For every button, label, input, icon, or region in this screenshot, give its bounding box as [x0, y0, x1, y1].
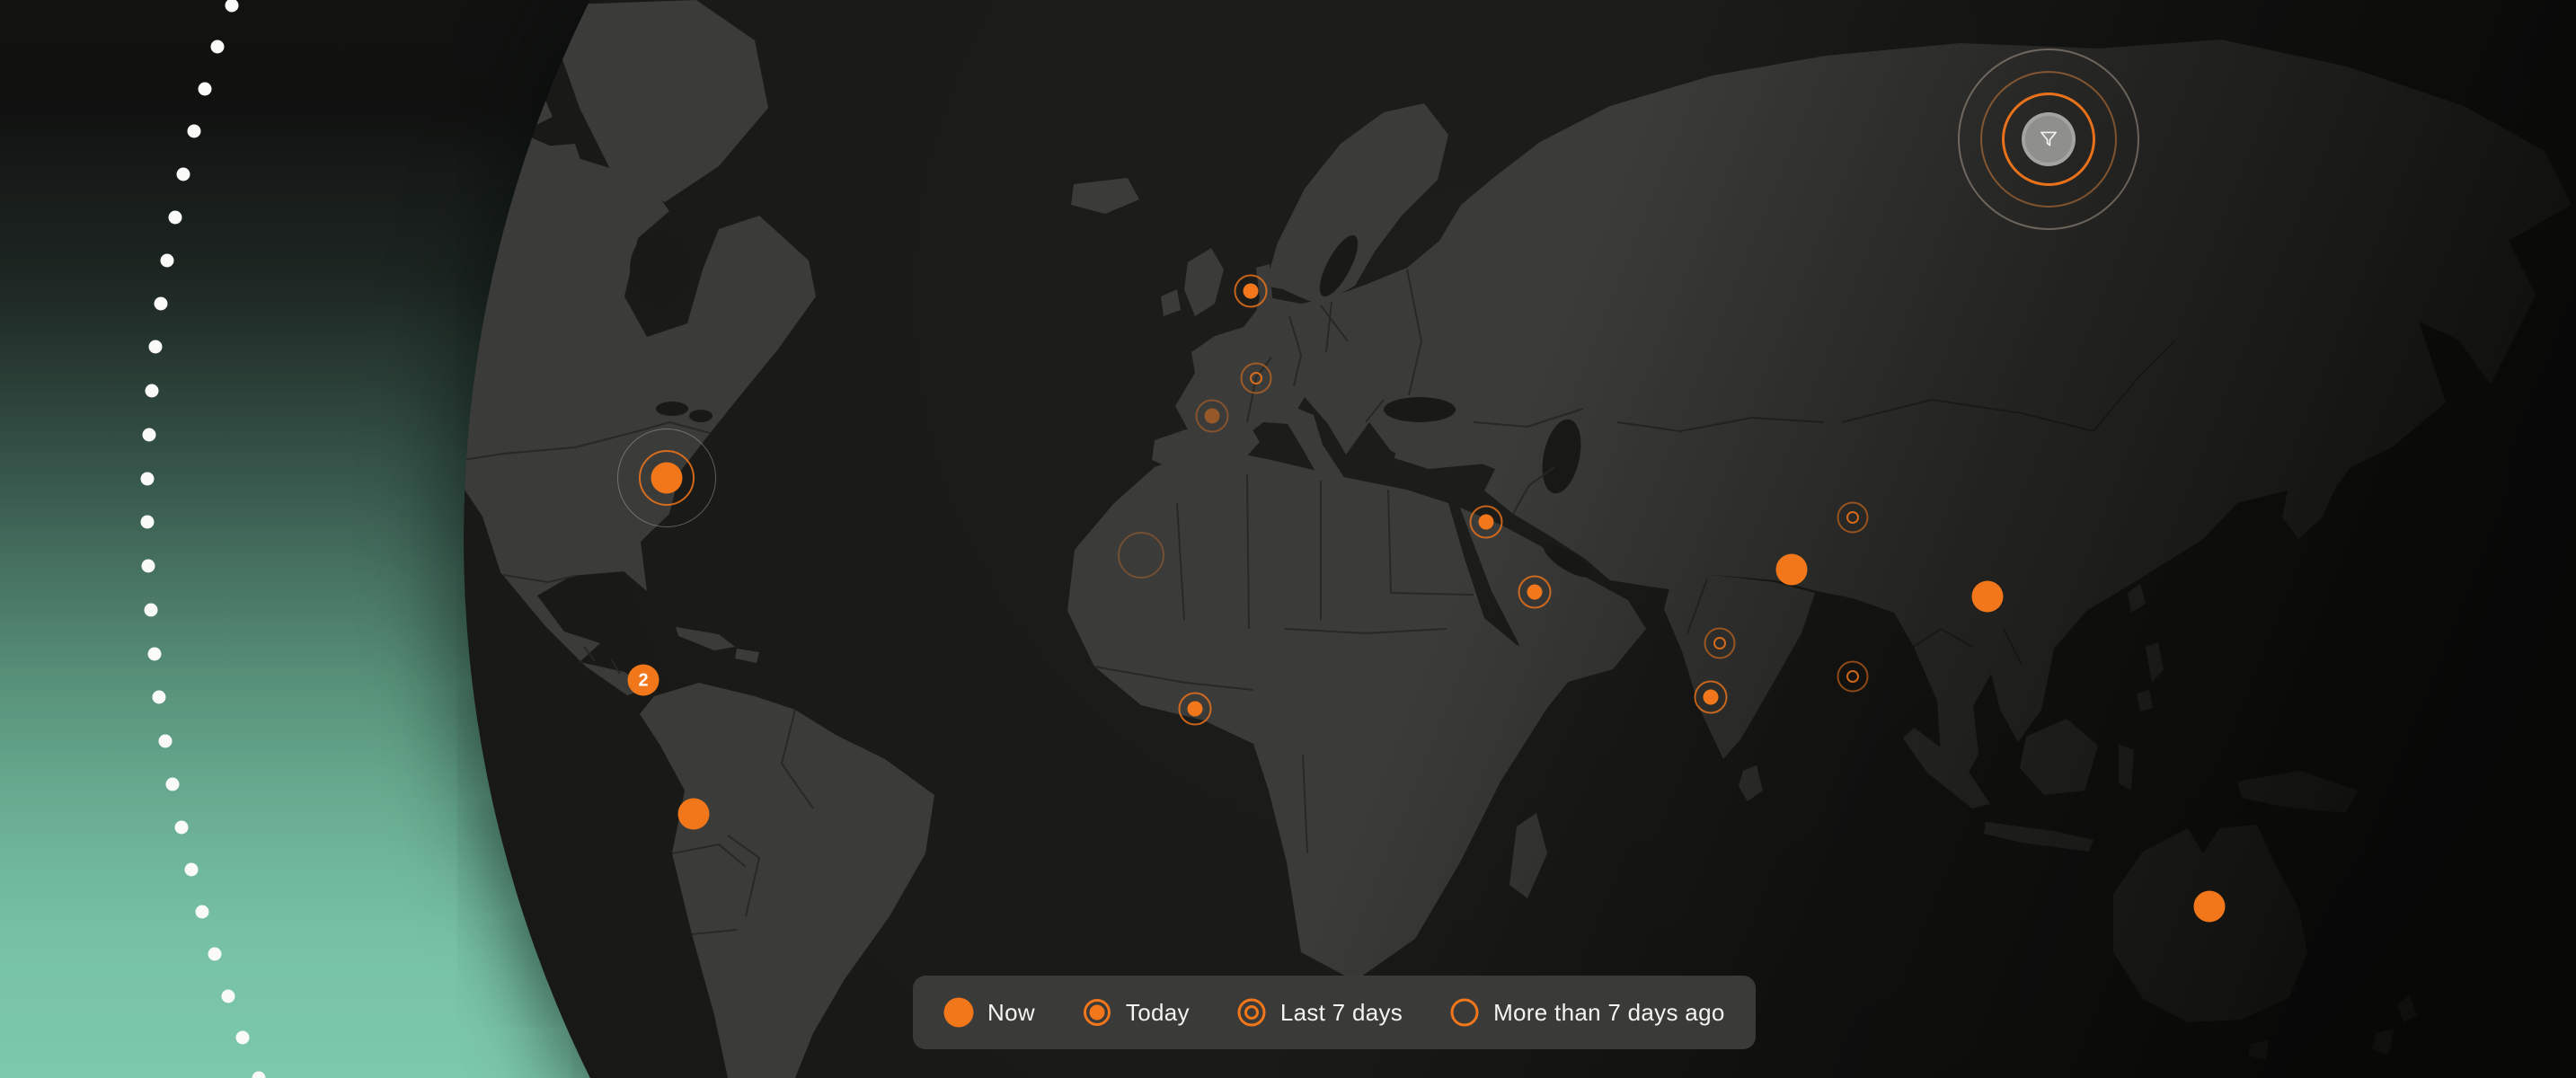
legend-label-last7: Last 7 days [1280, 999, 1403, 1027]
legend-label-more7: More than 7 days ago [1493, 999, 1725, 1027]
marker-ring-inner [1250, 372, 1262, 384]
marker-ring-inner [1846, 670, 1859, 683]
legend-item-last7: Last 7 days [1236, 997, 1403, 1028]
marker-count-badge: 2 [638, 671, 648, 689]
filter-button[interactable] [2022, 112, 2076, 166]
legend-swatch-last7 [1236, 997, 1267, 1028]
legend-swatch-now [943, 997, 974, 1028]
marker-ring-inner [1713, 637, 1726, 649]
legend-swatch-more7 [1449, 997, 1480, 1028]
legend-item-now: Now [943, 997, 1035, 1028]
marker-layer: 2 [0, 0, 2576, 1078]
threat-map: 2 Now Today Last 7 days More than 7 days ag… [0, 0, 2576, 1078]
legend-label-today: Today [1126, 999, 1190, 1027]
funnel-icon [2037, 128, 2060, 151]
legend: Now Today Last 7 days More than 7 days ago [913, 976, 1756, 1049]
legend-label-now: Now [987, 999, 1035, 1027]
legend-item-today: Today [1082, 997, 1190, 1028]
legend-swatch-today [1082, 997, 1112, 1028]
marker-ring-inner [1846, 511, 1859, 524]
marker-ring [1118, 532, 1164, 579]
legend-item-more7: More than 7 days ago [1449, 997, 1725, 1028]
